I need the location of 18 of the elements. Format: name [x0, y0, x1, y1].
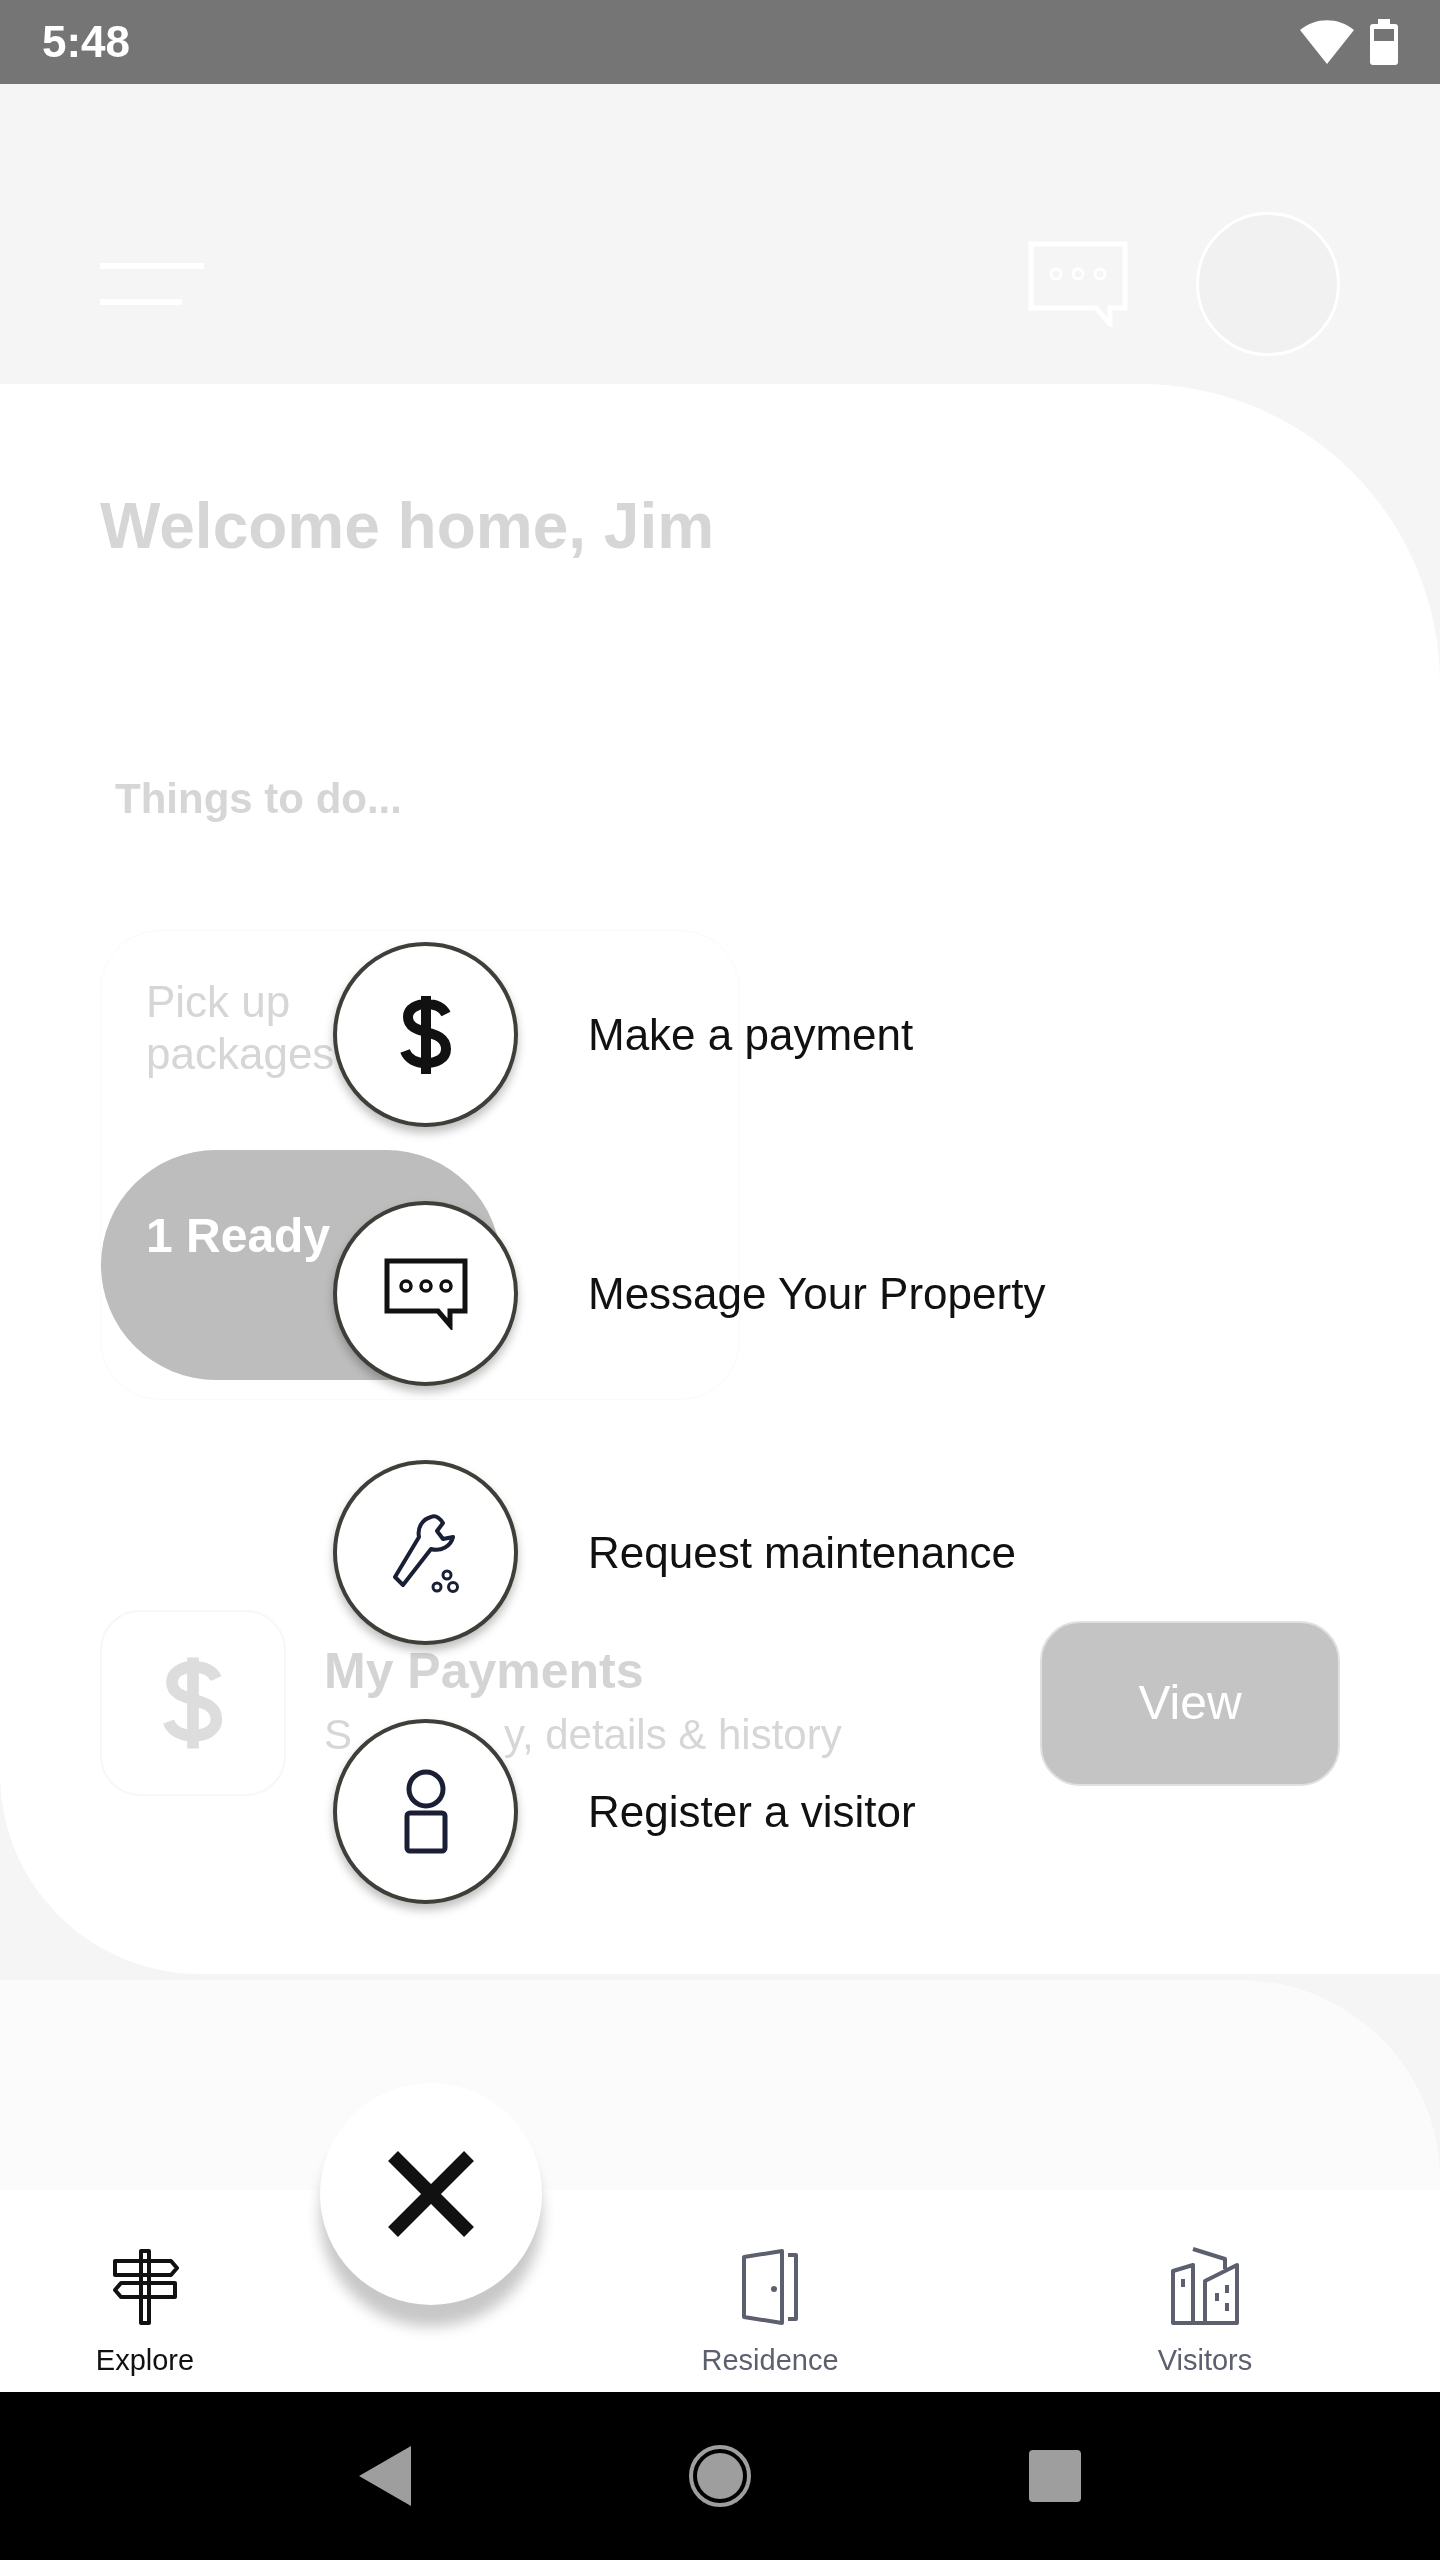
nav-tab[interactable]: Visitors: [970, 2244, 1440, 2382]
wifi-icon: [1300, 20, 1354, 64]
clock: 5:48: [42, 16, 131, 68]
action-label[interactable]: Request maintenance: [588, 1519, 1017, 1586]
action-label[interactable]: Register a visitor: [588, 1778, 916, 1845]
recents-icon[interactable]: [1029, 2450, 1082, 2502]
home-icon[interactable]: [688, 2444, 752, 2508]
action-label[interactable]: Message Your Property: [588, 1260, 1046, 1327]
back-icon[interactable]: [358, 2446, 411, 2506]
nav-tab[interactable]: Residence: [570, 2248, 970, 2382]
signpost-icon: [111, 2248, 179, 2325]
battery-icon: [1370, 19, 1398, 65]
chat-bubble-icon: [383, 1257, 468, 1330]
nav-tab[interactable]: Explore: [0, 2248, 290, 2382]
action-label[interactable]: Make a payment: [588, 1001, 914, 1068]
close-icon: [387, 2150, 475, 2238]
door-icon: [740, 2248, 800, 2325]
buildings-icon: [1169, 2244, 1241, 2325]
